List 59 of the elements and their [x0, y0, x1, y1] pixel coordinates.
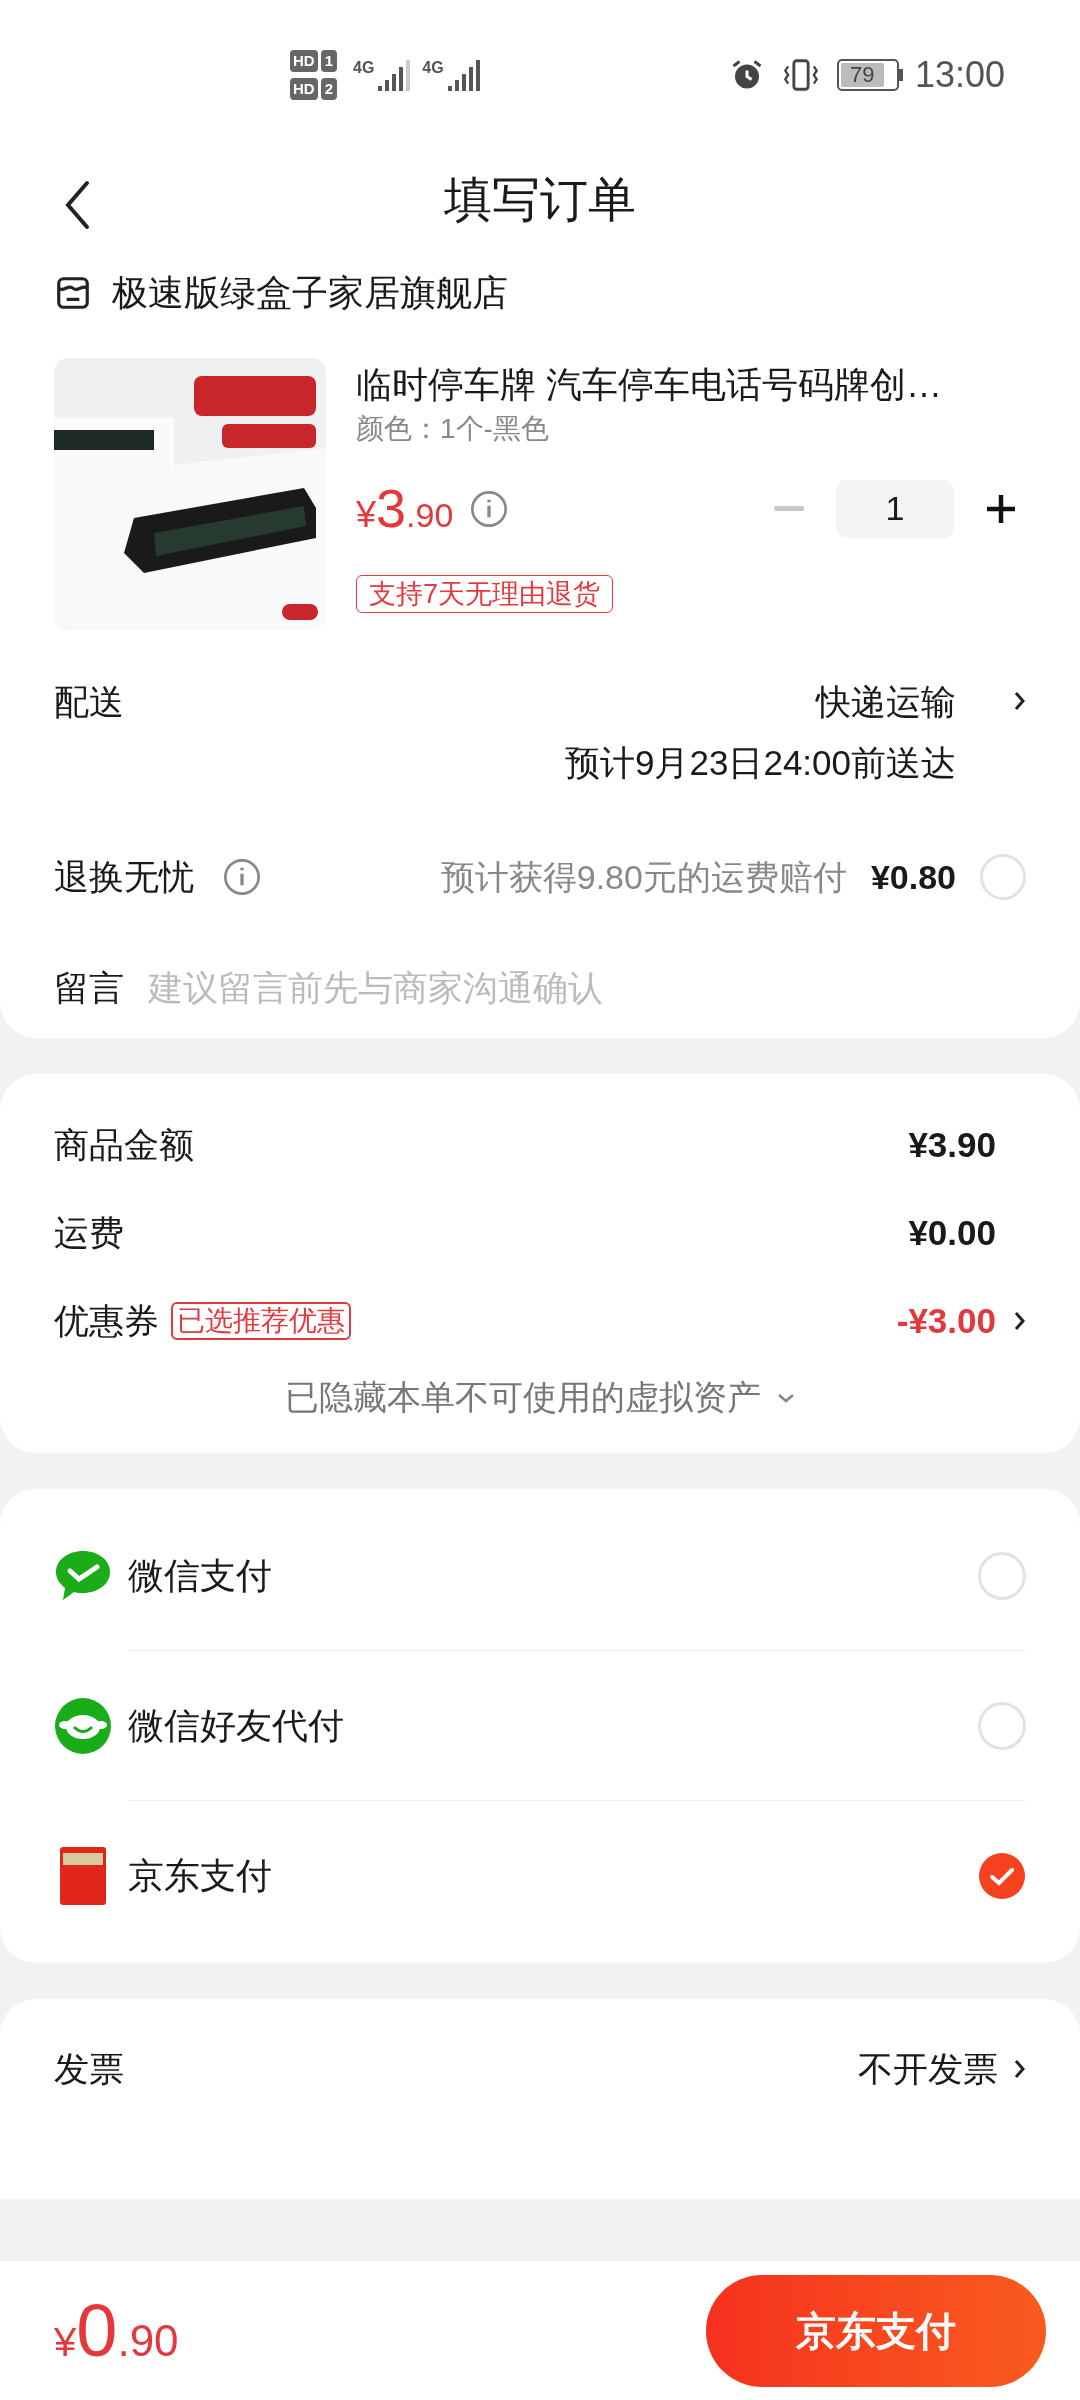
page-title: 填写订单	[444, 172, 636, 228]
coupon-tag: 已选推荐优惠	[171, 1302, 351, 1340]
row-label: 优惠券	[54, 1299, 159, 1342]
payment-option[interactable]: 微信支付	[54, 1501, 1026, 1651]
pay-button[interactable]: 京东支付	[706, 2274, 1046, 2387]
invoice-option[interactable]: 不开发票	[858, 2043, 998, 2096]
row-label: 配送	[54, 681, 124, 723]
row-label: 留言	[54, 966, 124, 1009]
sim-slot: 1	[320, 50, 337, 72]
sim-slot: 2	[320, 78, 337, 100]
amount: ¥0.00	[908, 1211, 996, 1254]
back-icon	[63, 179, 91, 231]
network-type: 4G	[422, 60, 444, 76]
insurance-radio[interactable]	[980, 854, 1026, 901]
chat-bubble-icon	[54, 1549, 112, 1603]
store-icon	[54, 274, 92, 312]
payment-option[interactable]: 京东支付	[54, 1801, 1026, 1951]
plus-icon	[985, 492, 1017, 525]
hd-badge: HD	[290, 50, 318, 72]
checked-radio-icon	[978, 1852, 1026, 1900]
product-variant: 颜色：1个-黑色	[356, 412, 550, 446]
chevron-right-icon[interactable]	[1014, 2058, 1026, 2081]
hd-badge: HD	[290, 78, 318, 100]
chevron-right-icon[interactable]	[1014, 690, 1026, 712]
payment-name: 微信支付	[128, 1553, 273, 1598]
amount[interactable]: -¥3.00	[896, 1294, 996, 1348]
delivery-method[interactable]: 快递运输	[816, 676, 956, 729]
radio-icon	[978, 1701, 1026, 1750]
card-icon	[60, 1847, 106, 1905]
product-price: ¥3.90	[356, 477, 454, 540]
insurance-price: ¥0.80	[870, 856, 956, 898]
smiling-face-icon	[54, 1697, 112, 1755]
battery-level: 79	[850, 64, 875, 86]
quantity-field[interactable]: 1	[836, 479, 954, 538]
chevron-down-icon[interactable]	[777, 1392, 795, 1403]
info-icon[interactable]	[469, 488, 510, 529]
row-label: 发票	[54, 2048, 124, 2090]
product-title: 临时停车牌 汽车停车电话号码牌创…	[356, 363, 943, 407]
chevron-right-icon[interactable]	[1014, 1310, 1026, 1332]
radio-icon	[978, 1551, 1026, 1600]
hidden-assets-note[interactable]: 已隐藏本单不可使用的虚拟资产	[285, 1372, 761, 1423]
info-icon[interactable]	[222, 857, 262, 898]
total-price: ¥0.90	[54, 2288, 179, 2374]
signal-icon	[376, 58, 411, 92]
payment-option[interactable]: 微信好友代付	[54, 1651, 1026, 1801]
compensation-note: 预计获得9.80元的运费赔付	[440, 856, 847, 898]
delivery-estimate: 预计9月23日24:00前送达	[565, 741, 956, 784]
signal-icon	[445, 58, 480, 92]
minus-icon	[774, 505, 804, 512]
network-type: 4G	[353, 60, 375, 76]
row-label: 退换无忧	[54, 856, 194, 898]
row-label: 运费	[54, 1211, 124, 1254]
payment-name: 京东支付	[128, 1854, 273, 1898]
store-name: 极速版绿盒子家居旗舰店	[112, 271, 508, 315]
clock-time: 13:00	[914, 53, 1005, 97]
return-policy-tag: 支持7天无理由退货	[356, 575, 614, 613]
payment-name: 微信好友代付	[128, 1703, 345, 1748]
amount: ¥3.90	[908, 1123, 996, 1166]
row-label: 商品金额	[54, 1123, 194, 1166]
